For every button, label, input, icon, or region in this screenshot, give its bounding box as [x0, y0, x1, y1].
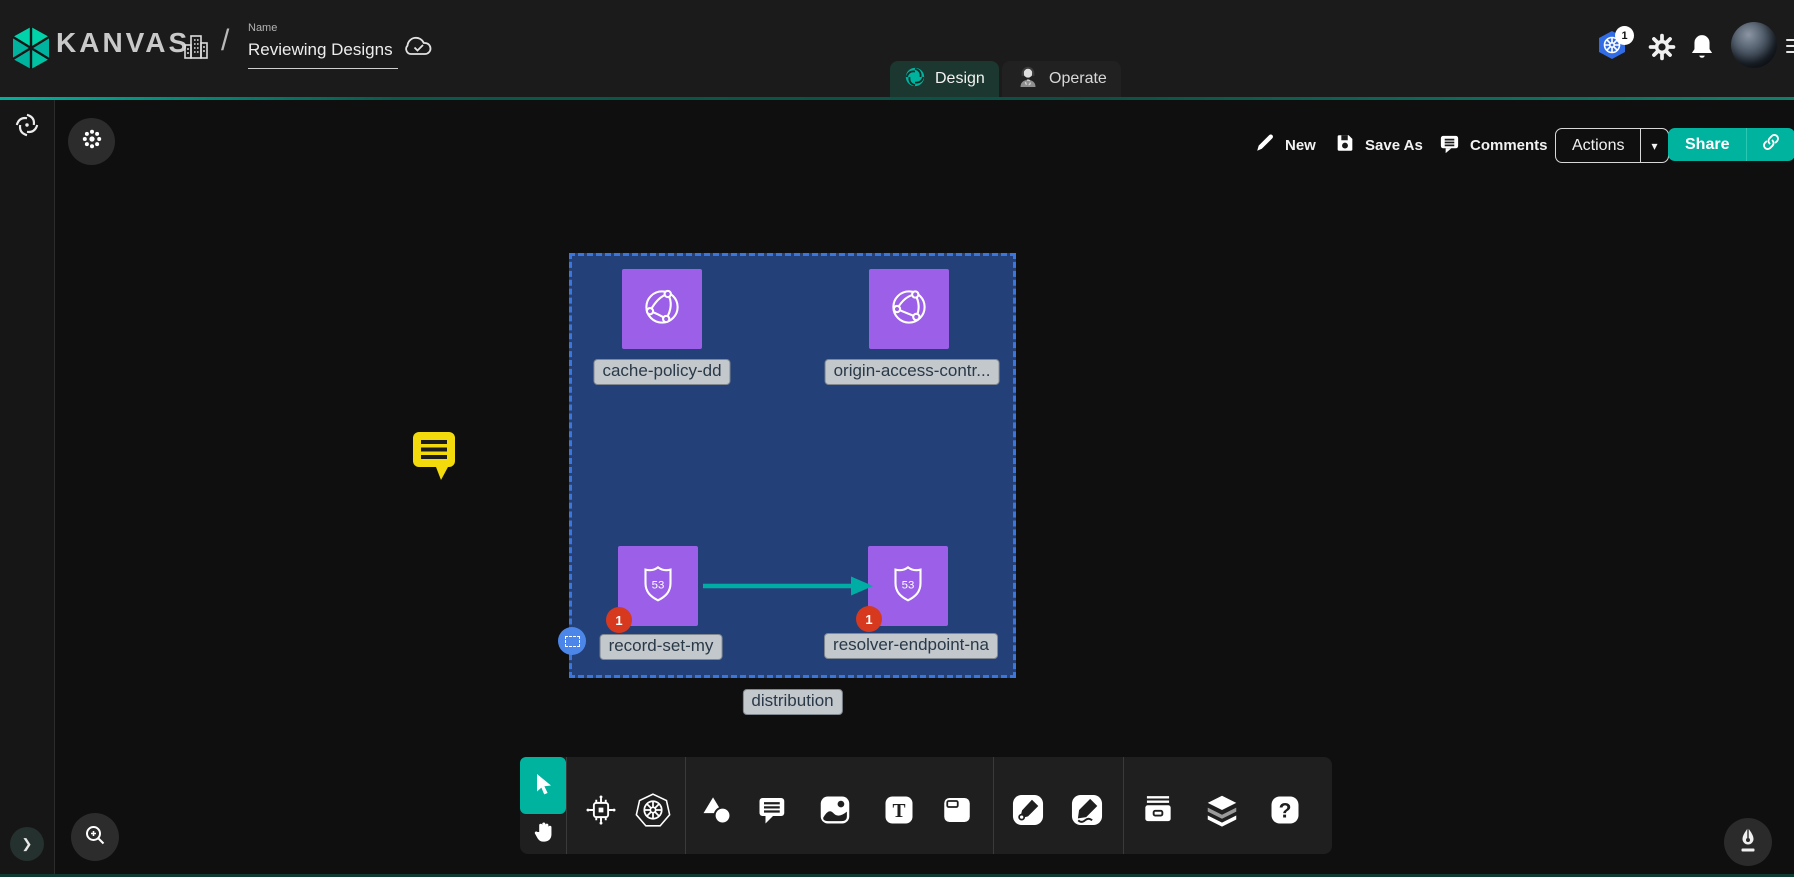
tab-design-label: Design [935, 70, 985, 88]
shapes-tool[interactable] [697, 790, 737, 830]
kubernetes-tool[interactable] [633, 790, 673, 830]
kanvas-app: KANVAS / Name [0, 0, 1794, 877]
frame-tool[interactable] [937, 790, 977, 830]
bottom-toolbar: T [520, 757, 1332, 854]
help-glyph: ? [1279, 800, 1292, 823]
new-button[interactable]: New [1254, 132, 1316, 158]
comments-button-label: Comments [1470, 137, 1548, 154]
meshery-swirl-icon [904, 66, 926, 93]
pen-nib-icon [1736, 827, 1760, 858]
cloudfront-globe-icon [637, 282, 687, 337]
dock-flower-button[interactable] [68, 118, 115, 165]
canvas-comment-marker[interactable] [412, 431, 458, 488]
operator-headset-icon [1016, 65, 1040, 94]
image-tool[interactable] [815, 790, 855, 830]
toolbar-divider [1123, 757, 1124, 854]
share-split-button: Share [1668, 128, 1794, 161]
save-as-button[interactable]: Save As [1334, 132, 1423, 158]
node-label[interactable]: cache-policy-dd [593, 359, 730, 385]
tab-operate-label: Operate [1049, 70, 1107, 88]
toolbar-divider [566, 757, 567, 854]
edge-arrow[interactable] [698, 572, 878, 605]
user-avatar[interactable] [1731, 22, 1777, 68]
group-select-handle[interactable] [558, 627, 586, 655]
pan-tool-button[interactable] [520, 814, 566, 854]
group-label[interactable]: distribution [742, 689, 842, 715]
notifications-bell-icon[interactable] [1689, 33, 1715, 66]
link-icon [1761, 132, 1781, 157]
node-label[interactable]: record-set-my [600, 634, 723, 660]
issue-badge[interactable]: 1 [606, 607, 632, 633]
route53-number: 53 [902, 579, 915, 591]
design-name-input[interactable] [248, 40, 398, 69]
caret-down-icon: ▾ [1651, 139, 1657, 153]
meshery-pinwheel-icon[interactable] [14, 112, 40, 143]
layers-tool[interactable] [1202, 790, 1242, 830]
breadcrumb-separator: / [221, 24, 229, 58]
settings-gear-icon[interactable] [1648, 33, 1676, 66]
toolbar-divider [993, 757, 994, 854]
select-tool-button[interactable] [520, 757, 566, 814]
edge-pen-tool[interactable] [1008, 790, 1048, 830]
pencil-icon [1254, 132, 1276, 158]
organization-icon[interactable] [181, 32, 211, 67]
issue-badge[interactable]: 1 [856, 606, 882, 632]
components-chip-tool[interactable] [581, 790, 621, 830]
cloudfront-globe-icon [884, 282, 934, 337]
kubernetes-count-badge: 1 [1615, 26, 1634, 45]
freehand-pencil-tool[interactable] [1067, 790, 1107, 830]
design-name-field: Name [248, 22, 398, 69]
app-header: KANVAS / Name [0, 0, 1794, 97]
tab-design[interactable]: Design [890, 61, 999, 97]
text-tool[interactable]: T [879, 790, 919, 830]
magnifier-plus-icon [83, 823, 107, 852]
cloud-saved-icon [402, 32, 434, 65]
node-label[interactable]: origin-access-contr... [825, 359, 1000, 385]
route53-shield-icon: 53 [633, 559, 683, 614]
cursor-arrow-icon [531, 771, 555, 800]
left-sidebar: ❯ [0, 100, 55, 877]
comment-bubble-icon [1438, 132, 1461, 159]
actions-button[interactable]: Actions [1556, 129, 1640, 162]
header-accent-line [0, 97, 1794, 100]
expand-sidebar-button[interactable]: ❯ [10, 827, 44, 861]
share-button[interactable]: Share [1668, 128, 1746, 161]
text-tool-glyph: T [892, 801, 905, 822]
save-as-button-label: Save As [1365, 137, 1423, 154]
hand-icon [532, 820, 555, 848]
toolbar-divider [685, 757, 686, 854]
comment-tool[interactable] [753, 790, 793, 830]
design-name-label: Name [248, 22, 398, 34]
node-label[interactable]: resolver-endpoint-na [824, 633, 998, 659]
route53-number: 53 [652, 579, 665, 591]
actions-split-button: Actions ▾ [1555, 128, 1669, 163]
route53-shield-icon: 53 [883, 559, 933, 614]
new-button-label: New [1285, 137, 1316, 154]
drawer-tool[interactable] [1138, 790, 1178, 830]
menu-icon[interactable] [1786, 35, 1794, 57]
help-tool[interactable]: ? [1265, 790, 1305, 830]
comments-button[interactable]: Comments [1438, 132, 1548, 159]
zoom-in-button[interactable] [71, 813, 119, 861]
node-cache-policy[interactable] [622, 269, 702, 349]
save-floppy-icon [1334, 132, 1356, 158]
copy-link-button[interactable] [1746, 128, 1794, 161]
flower-dots-icon [80, 127, 104, 156]
kanvas-logo-icon[interactable] [12, 26, 50, 75]
pen-mode-button[interactable] [1724, 818, 1772, 866]
tab-operate[interactable]: Operate [1002, 61, 1121, 97]
distribution-group[interactable]: cache-policy-dd origin-access-contr... [569, 253, 1016, 678]
brand-name: KANVAS [56, 27, 190, 59]
chevron-right-icon: ❯ [22, 836, 33, 852]
actions-dropdown-toggle[interactable]: ▾ [1640, 129, 1667, 162]
node-origin-access[interactable] [869, 269, 949, 349]
